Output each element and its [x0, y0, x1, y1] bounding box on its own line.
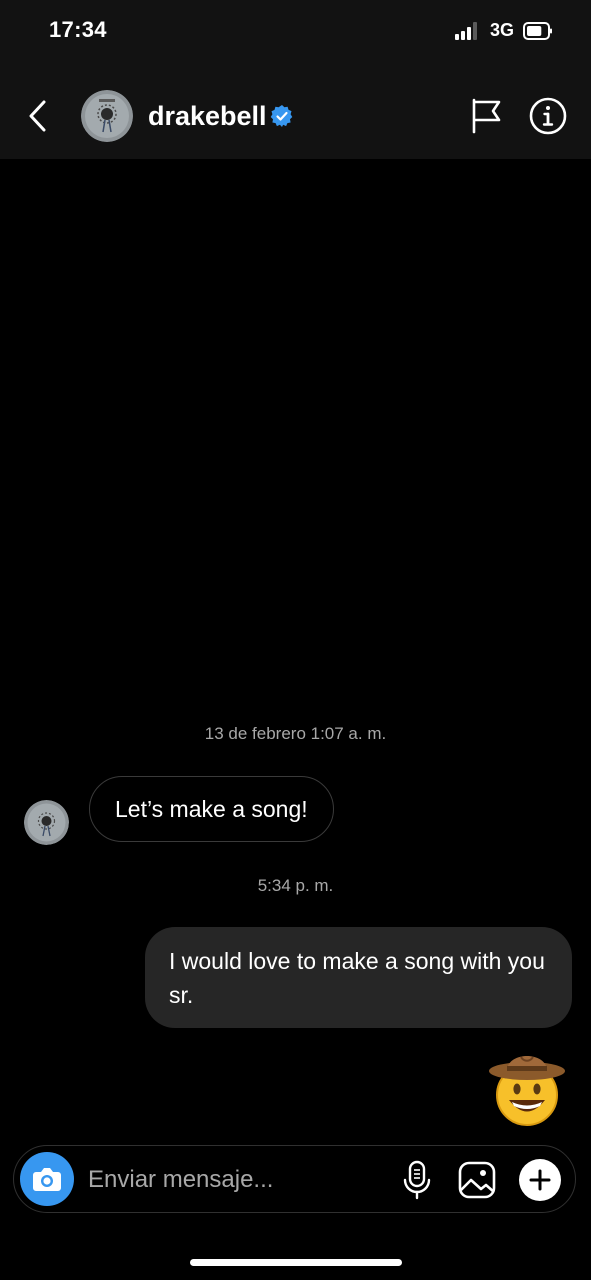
plus-button[interactable]	[519, 1159, 561, 1201]
outgoing-message-bubble[interactable]: I would love to make a song with you sr.	[145, 927, 572, 1028]
message-timestamp: 13 de febrero 1:07 a. m.	[204, 724, 387, 743]
flag-icon[interactable]	[468, 96, 504, 136]
battery-icon	[523, 22, 552, 40]
avatar[interactable]	[81, 90, 133, 142]
image-icon[interactable]	[457, 1160, 497, 1200]
signal-strength-icon	[455, 22, 483, 40]
message-input[interactable]	[88, 1160, 388, 1200]
network-type: 3G	[490, 20, 515, 40]
camera-icon	[33, 1168, 61, 1191]
sender-avatar[interactable]	[24, 800, 69, 845]
info-icon[interactable]	[528, 96, 568, 136]
username[interactable]: drakebell	[148, 99, 267, 133]
status-time: 17:34	[49, 17, 107, 42]
message-timestamp: 5:34 p. m.	[257, 876, 334, 895]
verified-badge-icon	[270, 105, 293, 127]
incoming-message-bubble[interactable]: Let’s make a song!	[89, 776, 334, 842]
top-bar: 17:34 3G drakebell	[0, 0, 591, 159]
home-indicator	[190, 1259, 402, 1266]
microphone-icon[interactable]	[400, 1158, 434, 1202]
plus-icon	[529, 1169, 551, 1191]
camera-button[interactable]	[20, 1152, 74, 1206]
cowboy-hat-face-emoji-icon[interactable]	[485, 1045, 569, 1129]
chevron-left-icon[interactable]	[22, 96, 56, 136]
